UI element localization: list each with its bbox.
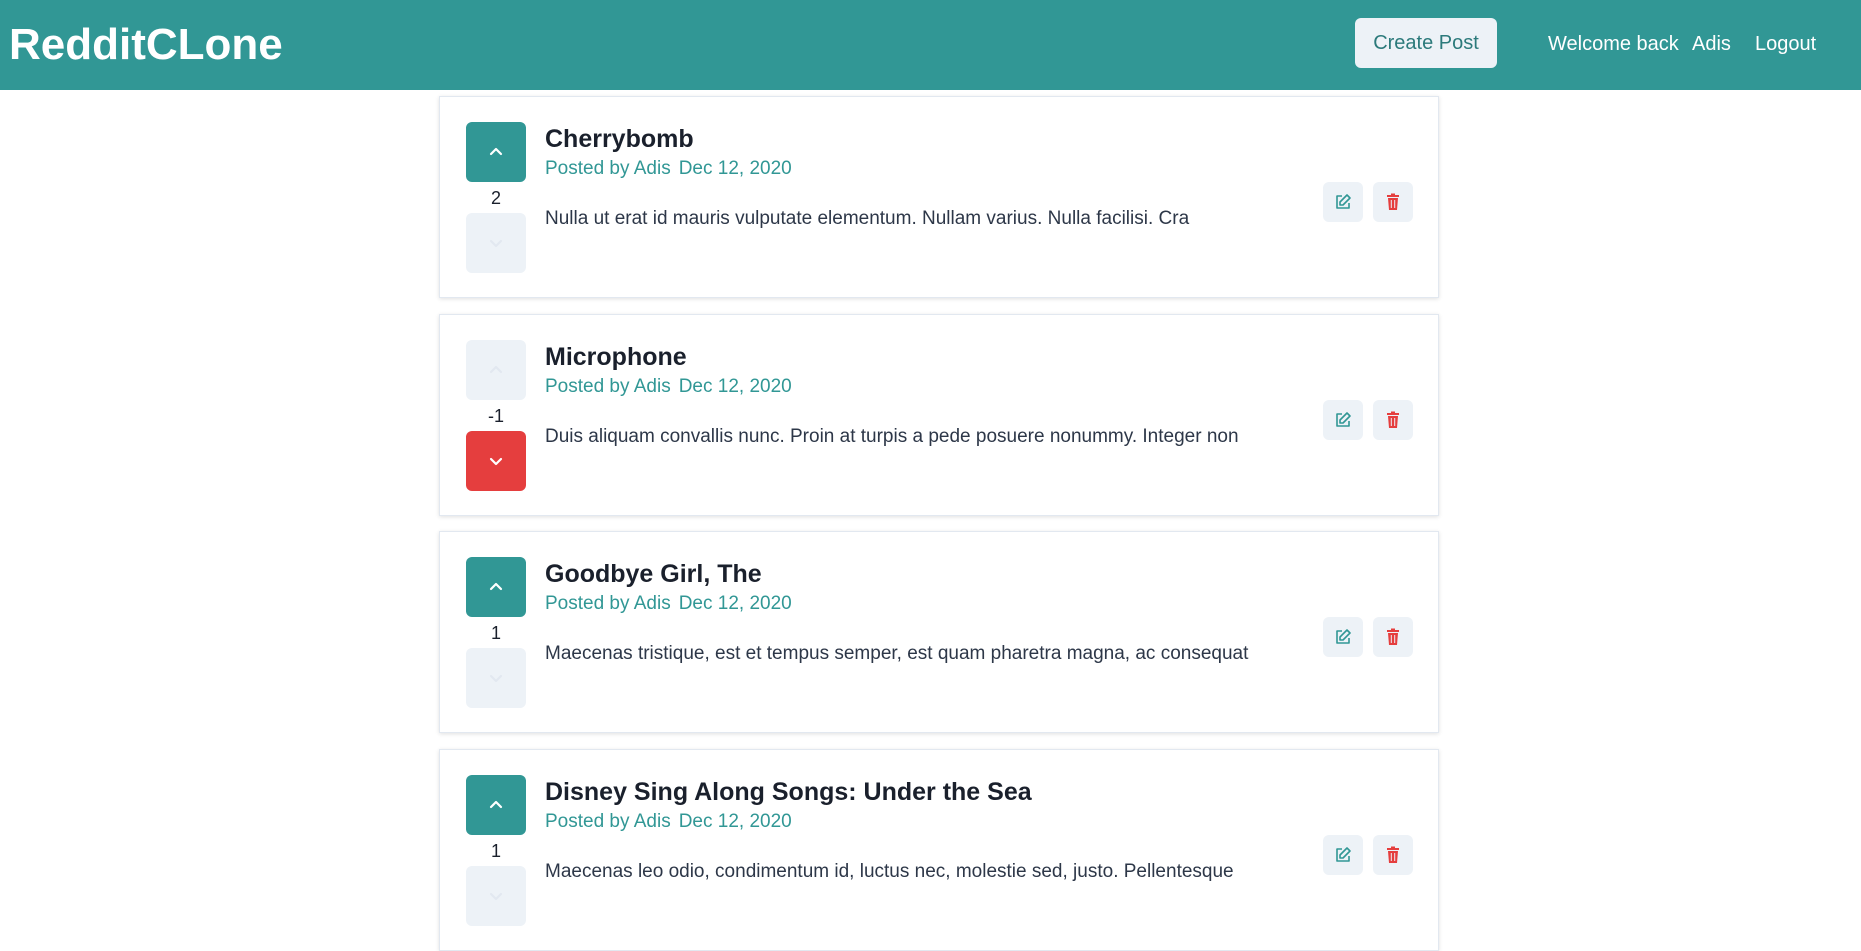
post-title[interactable]: Disney Sing Along Songs: Under the Sea (545, 776, 1032, 808)
downvote-button[interactable] (466, 213, 526, 273)
upvote-button[interactable] (466, 340, 526, 400)
chevron-up-icon (488, 797, 504, 813)
chevron-up-icon (488, 579, 504, 595)
chevron-down-icon (488, 235, 504, 251)
edit-icon (1334, 846, 1352, 864)
post-body: Nulla ut erat id mauris vulputate elemen… (545, 208, 1190, 229)
delete-post-button[interactable] (1373, 835, 1413, 875)
post-title[interactable]: Cherrybomb (545, 123, 694, 155)
post-author: Posted by Adis (545, 593, 671, 614)
post-author: Posted by Adis (545, 376, 671, 397)
post-author: Posted by Adis (545, 158, 671, 179)
post-meta: Posted by Adis Dec 12, 2020 (545, 592, 792, 616)
edit-post-button[interactable] (1323, 835, 1363, 875)
post-card: 1 Disney Sing Along Songs: Under the Sea… (439, 749, 1439, 951)
post-meta: Posted by Adis Dec 12, 2020 (545, 810, 792, 834)
downvote-button[interactable] (466, 431, 526, 491)
username-link[interactable]: Adis (1692, 31, 1731, 57)
delete-post-button[interactable] (1373, 182, 1413, 222)
post-date: Dec 12, 2020 (678, 158, 792, 179)
downvote-button[interactable] (466, 648, 526, 708)
brand-logo[interactable]: RedditCLone (9, 18, 283, 72)
delete-post-button[interactable] (1373, 617, 1413, 657)
post-title[interactable]: Goodbye Girl, The (545, 558, 762, 590)
trash-icon (1385, 628, 1401, 646)
upvote-button[interactable] (466, 775, 526, 835)
trash-icon (1385, 411, 1401, 429)
delete-post-button[interactable] (1373, 400, 1413, 440)
trash-icon (1385, 193, 1401, 211)
chevron-down-icon (488, 670, 504, 686)
post-meta: Posted by Adis Dec 12, 2020 (545, 157, 792, 181)
edit-post-button[interactable] (1323, 617, 1363, 657)
post-card: -1 Microphone Posted by Adis Dec 12, 2020… (439, 314, 1439, 516)
post-body: Maecenas leo odio, condimentum id, luctu… (545, 861, 1234, 882)
post-author: Posted by Adis (545, 811, 671, 832)
welcome-text: Welcome back (1548, 33, 1679, 55)
chevron-up-icon (488, 144, 504, 160)
post-title[interactable]: Microphone (545, 341, 687, 373)
edit-post-button[interactable] (1323, 182, 1363, 222)
post-meta: Posted by Adis Dec 12, 2020 (545, 375, 792, 399)
edit-icon (1334, 193, 1352, 211)
upvote-button[interactable] (466, 122, 526, 182)
chevron-up-icon (488, 362, 504, 378)
edit-icon (1334, 628, 1352, 646)
post-card: 2 Cherrybomb Posted by Adis Dec 12, 2020 … (439, 96, 1439, 298)
vote-count: 1 (490, 841, 501, 861)
trash-icon (1385, 846, 1401, 864)
post-date: Dec 12, 2020 (678, 593, 792, 614)
upvote-button[interactable] (466, 557, 526, 617)
vote-count: 2 (490, 188, 501, 208)
post-body: Duis aliquam convallis nunc. Proin at tu… (545, 426, 1239, 447)
edit-post-button[interactable] (1323, 400, 1363, 440)
edit-icon (1334, 411, 1352, 429)
create-post-button[interactable]: Create Post (1355, 18, 1497, 68)
vote-count: 1 (490, 623, 501, 643)
post-card: 1 Goodbye Girl, The Posted by Adis Dec 12… (439, 531, 1439, 733)
top-navbar: RedditCLone Create Post Welcome back Adi… (0, 0, 1861, 90)
chevron-down-icon (488, 888, 504, 904)
chevron-down-icon (488, 453, 504, 469)
post-date: Dec 12, 2020 (678, 811, 792, 832)
logout-link[interactable]: Logout (1755, 31, 1816, 57)
post-date: Dec 12, 2020 (678, 376, 792, 397)
post-body: Maecenas tristique, est et tempus semper… (545, 643, 1249, 664)
downvote-button[interactable] (466, 866, 526, 926)
vote-count: -1 (487, 406, 504, 426)
